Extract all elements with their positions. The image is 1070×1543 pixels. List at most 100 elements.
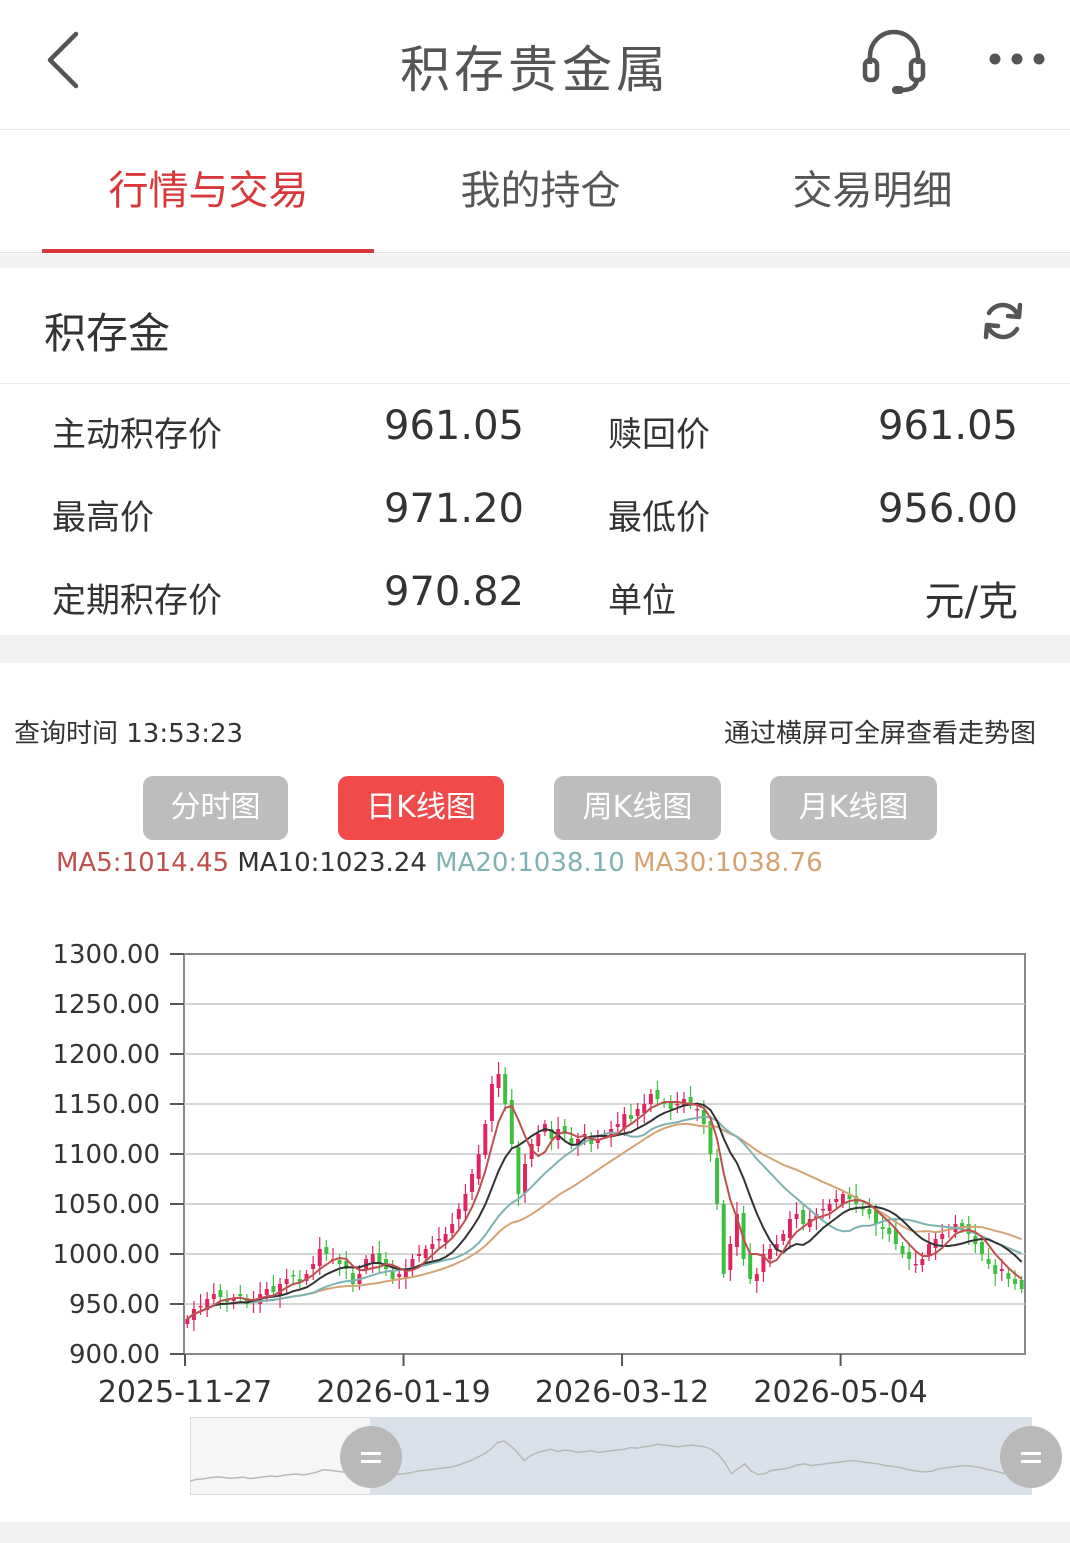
range-slider[interactable] xyxy=(190,1417,1062,1495)
candle-body xyxy=(827,1204,832,1211)
candle-body xyxy=(768,1249,773,1259)
x-tick-label: 2026-01-19 xyxy=(316,1375,490,1410)
tab-trade-details[interactable]: 交易明细 xyxy=(706,131,1039,253)
candle-body xyxy=(218,1290,223,1297)
candle-body xyxy=(900,1246,905,1254)
x-tick-label: 2026-03-12 xyxy=(535,1375,709,1410)
candle-body xyxy=(324,1247,329,1254)
refresh-icon[interactable] xyxy=(980,298,1026,344)
unit-label: 单位 xyxy=(608,581,676,621)
candle-body xyxy=(523,1164,528,1193)
candle-body xyxy=(536,1134,541,1146)
candle-body xyxy=(999,1269,1004,1271)
unit-value: 元/克 xyxy=(924,579,1018,625)
tab-market-trade[interactable]: 行情与交易 xyxy=(42,131,375,253)
candle-body xyxy=(516,1147,521,1194)
candle-body xyxy=(317,1249,322,1266)
candle-body xyxy=(715,1158,720,1204)
candle-body xyxy=(291,1275,296,1277)
fixed-save-label: 定期积存价 xyxy=(52,581,222,621)
candle-body xyxy=(787,1219,792,1238)
high-value: 971.20 xyxy=(384,486,524,532)
candle-body xyxy=(668,1103,673,1109)
ma5-value: MA5:1014.45 xyxy=(56,848,230,878)
candle-body xyxy=(311,1264,316,1269)
query-time: 查询时间 13:53:23 xyxy=(14,719,244,749)
candle-body xyxy=(185,1319,190,1324)
ma10-value: MA10:1023.24 xyxy=(237,848,427,878)
button-intraday-chart[interactable]: 分时图 xyxy=(143,776,288,840)
button-weekly-kline[interactable]: 周K线图 xyxy=(554,776,721,840)
candle-body xyxy=(443,1234,448,1242)
ma30-value: MA30:1038.76 xyxy=(633,848,823,878)
fixed-save-value: 970.82 xyxy=(384,569,524,615)
button-monthly-kline[interactable]: 月K线图 xyxy=(770,776,937,840)
x-tick-label: 2026-05-04 xyxy=(753,1375,927,1410)
candle-body xyxy=(880,1227,885,1229)
y-tick-label: 900.00 xyxy=(69,1340,160,1370)
active-save-label: 主动积存价 xyxy=(52,415,222,455)
candle-body xyxy=(721,1204,726,1274)
candle-body xyxy=(867,1209,872,1214)
candle-body xyxy=(979,1242,984,1254)
candle-body xyxy=(430,1244,435,1249)
candle-body xyxy=(211,1294,216,1299)
candle-body xyxy=(728,1244,733,1270)
candle-body xyxy=(476,1154,481,1179)
candle-body xyxy=(926,1244,931,1256)
candle-body xyxy=(238,1294,243,1296)
candle-body xyxy=(655,1090,660,1099)
candle-body xyxy=(754,1274,759,1281)
candle-body xyxy=(940,1234,945,1239)
candle-body xyxy=(450,1224,455,1233)
candle-body xyxy=(284,1279,289,1284)
divider xyxy=(0,635,1070,663)
candle-body xyxy=(675,1104,680,1106)
slider-handle-right[interactable] xyxy=(1000,1426,1062,1488)
candle-body xyxy=(417,1254,422,1256)
candle-body xyxy=(993,1265,998,1274)
y-tick-label: 1250.00 xyxy=(52,990,160,1020)
candle-body xyxy=(695,1109,700,1111)
candle-body xyxy=(821,1209,826,1211)
candle-body xyxy=(264,1289,269,1295)
overview-line xyxy=(190,1440,1032,1482)
ma-legend: MA5:1014.45 MA10:1023.24 MA20:1038.10 MA… xyxy=(56,848,823,878)
headset-icon[interactable] xyxy=(858,26,930,98)
candle-body xyxy=(470,1174,475,1192)
candle-body xyxy=(390,1271,395,1279)
candle-body xyxy=(397,1274,402,1277)
tab-bar: 行情与交易 我的持仓 交易明细 xyxy=(0,131,1070,253)
candle-body xyxy=(748,1254,753,1279)
section-title: 积存金 xyxy=(44,309,171,358)
section-header: 积存金 xyxy=(0,268,1070,384)
y-tick-label: 1300.00 xyxy=(52,940,160,970)
candle-body xyxy=(503,1074,508,1104)
active-save-value: 961.05 xyxy=(384,403,524,449)
slider-handle-left[interactable] xyxy=(340,1426,402,1488)
kline-chart[interactable]: 1300.00 1250.00 1200.00 1150.00 1100.00 1050.… xyxy=(0,930,1070,1420)
landscape-hint: 通过横屏可全屏查看走势图 xyxy=(723,719,1036,749)
x-tick-label: 2025-11-27 xyxy=(98,1375,272,1410)
candle-body xyxy=(1019,1280,1024,1289)
candle-body xyxy=(483,1124,488,1155)
price-grid: 主动积存价 961.05 赎回价 961.05 最高价 971.20 最低价 9… xyxy=(0,385,1070,635)
candle-body xyxy=(920,1259,925,1265)
candle-body xyxy=(489,1084,494,1121)
candle-body xyxy=(496,1074,501,1088)
more-icon[interactable] xyxy=(985,44,1049,74)
ma20-value: MA20:1038.10 xyxy=(435,848,625,878)
tab-my-holdings[interactable]: 我的持仓 xyxy=(374,131,707,253)
candle-body xyxy=(1013,1279,1018,1284)
low-value: 956.00 xyxy=(878,486,1018,532)
candle-body xyxy=(794,1214,799,1219)
y-tick-label: 1200.00 xyxy=(52,1040,160,1070)
candle-body xyxy=(986,1259,991,1264)
candle-body xyxy=(648,1094,653,1104)
overview-series xyxy=(190,1440,1032,1482)
candle-body xyxy=(834,1199,839,1202)
button-daily-kline[interactable]: 日K线图 xyxy=(338,776,504,840)
candle-body xyxy=(629,1115,633,1119)
app-header: 积存贵金属 xyxy=(0,0,1070,130)
candle-body xyxy=(887,1228,892,1234)
